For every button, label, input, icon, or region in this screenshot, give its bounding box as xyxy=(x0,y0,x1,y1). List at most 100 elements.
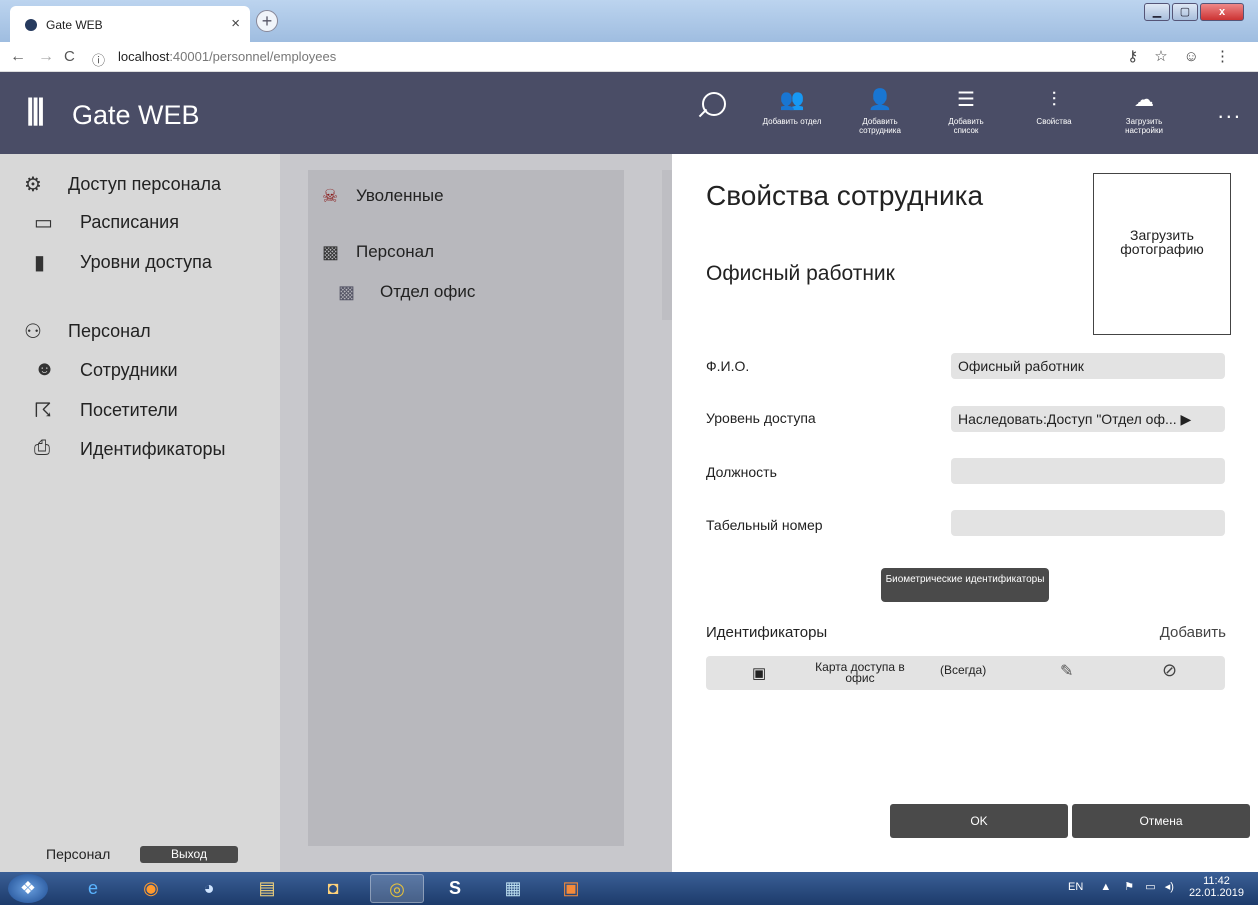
network-icon[interactable]: ▭ xyxy=(1145,881,1155,893)
close-window-icon[interactable]: x xyxy=(1200,3,1244,21)
upload-settings-label: Загрузить настройки xyxy=(1125,117,1163,135)
sidebar-item-schedules[interactable]: ▭ Расписания xyxy=(34,212,179,234)
edit-pencil-icon[interactable]: ✎ xyxy=(1060,661,1073,681)
access-level-label: Уровень доступа xyxy=(706,410,816,426)
sidebar-item-personnel[interactable]: ⚇ Персонал xyxy=(24,321,151,343)
key-icon[interactable]: ⚷ xyxy=(1127,48,1154,65)
properties-icon: ⫶ xyxy=(1051,89,1057,111)
minimize-icon[interactable]: ▁ xyxy=(1144,3,1170,21)
position-field[interactable] xyxy=(951,458,1225,484)
group-icon: ▩ xyxy=(322,242,340,262)
calendar-icon: ▭ xyxy=(34,212,53,234)
windows-taskbar: ❖ e ◉ ◕ ▤ ◘ ◎ S ▦ ▣ EN ▲ ⚑ ▭ ◂) 11:42 22… xyxy=(0,872,1258,905)
identifier-row[interactable]: ▣ Карта доступа в офис (Всегда) ✎ ⊘ xyxy=(706,656,1225,690)
sidebar-item-identifiers[interactable]: ⎙ Идентификаторы xyxy=(34,437,225,460)
volume-icon[interactable]: ◂) xyxy=(1165,881,1174,893)
clock-date: 22.01.2019 xyxy=(1188,887,1244,899)
system-tray: EN ▲ ⚑ ▭ ◂) 11:42 22.01.2019 xyxy=(1068,875,1244,899)
tray-expand-icon[interactable]: ▲ xyxy=(1100,881,1111,893)
tree-item-fired[interactable]: ☠ Уволенные xyxy=(322,186,444,206)
position-label: Должность xyxy=(706,464,777,480)
add-list-button[interactable]: ☰ Добавить список xyxy=(936,86,996,135)
add-employee-button[interactable]: 👤 Добавить сотрудника xyxy=(850,86,910,135)
sidebar-item-label: Персонал xyxy=(68,321,151,341)
personnel-number-label: Табельный номер xyxy=(706,517,823,533)
tab-close-icon[interactable]: × xyxy=(231,15,240,32)
maximize-icon[interactable]: ▢ xyxy=(1172,3,1198,21)
properties-button[interactable]: ⫶ Свойства xyxy=(1024,86,1084,126)
access-level-select[interactable]: Наследовать:Доступ "Отдел оф... ▶ xyxy=(951,406,1225,432)
sidebar-item-label: Доступ персонала xyxy=(68,174,222,194)
forward-icon[interactable]: → xyxy=(38,48,54,66)
tree-pane: ☠ Уволенные ▩ Персонал ▩ Отдел офис xyxy=(280,154,672,872)
account-icon[interactable]: ☺ xyxy=(1184,48,1215,65)
full-name-field[interactable]: Офисный работник xyxy=(951,353,1225,379)
sidebar-item-visitors[interactable]: ☈ Посетители xyxy=(34,400,178,422)
info-icon[interactable]: ⓘ xyxy=(92,50,105,69)
add-department-button[interactable]: 👥 Добавить отдел xyxy=(762,86,822,126)
employee-properties-panel: Свойства сотрудника Офисный работник Заг… xyxy=(672,154,1258,872)
browser-actions: ⚷☆☺⋮ xyxy=(1127,47,1246,65)
control-panel-icon[interactable]: ▦ xyxy=(486,874,540,903)
new-tab-button[interactable]: + xyxy=(256,10,278,32)
page-title: Свойства сотрудника xyxy=(706,180,984,211)
full-name-label: Ф.И.О. xyxy=(706,358,750,374)
url-path: :40001/personnel/employees xyxy=(169,49,337,64)
sidebar-item-label: Сотрудники xyxy=(80,360,178,380)
language-indicator[interactable]: EN xyxy=(1068,881,1083,893)
hamburger-menu-icon[interactable]: ||| xyxy=(26,93,45,127)
app-header: ||| Gate WEB 👥 Добавить отдел 👤 Добавить… xyxy=(0,72,1258,154)
sidebar-item-employees[interactable]: ☻ Сотрудники xyxy=(34,358,178,381)
flag-icon[interactable]: ⚑ xyxy=(1124,881,1134,893)
address-bar: ← → C ⓘ localhost:40001/personnel/employ… xyxy=(0,42,1258,72)
cancel-button[interactable]: Отмена xyxy=(1072,804,1250,838)
add-department-label: Добавить отдел xyxy=(762,117,822,126)
window-controls: ▁ ▢ x xyxy=(1142,3,1244,23)
sidebar-item-label: Уровни доступа xyxy=(80,252,212,272)
biometric-identifiers-button[interactable]: Биометрические идентификаторы xyxy=(881,568,1049,602)
url-field[interactable]: localhost:40001/personnel/employees xyxy=(118,49,336,64)
upload-settings-icon: ☁ xyxy=(1134,89,1154,111)
tab-title: Gate WEB xyxy=(46,18,103,32)
browser-tab[interactable]: Gate WEB × xyxy=(10,6,250,42)
sidebar-item-access-levels[interactable]: ▮ Уровни доступа xyxy=(34,252,212,274)
tree-item-label: Уволенные xyxy=(356,186,444,205)
card-icon: ▣ xyxy=(752,665,767,682)
employee-icon: ☻ xyxy=(34,358,56,380)
clock[interactable]: 11:42 22.01.2019 xyxy=(1189,875,1244,899)
tree-item-office-department[interactable]: ▩ Отдел офис xyxy=(338,282,475,302)
department-icon: ▩ xyxy=(338,282,356,302)
identifier-period: (Всегда) xyxy=(940,663,987,677)
more-options-icon[interactable]: ... xyxy=(1218,100,1242,122)
ok-button[interactable]: OK xyxy=(890,804,1068,838)
firefox-icon[interactable]: ◉ xyxy=(124,874,178,903)
people-icon: ⚇ xyxy=(24,321,42,343)
tree-item-personnel[interactable]: ▩ Персонал xyxy=(322,242,434,262)
media-player-icon[interactable]: ◘ xyxy=(306,874,360,903)
menu-dots-icon[interactable]: ⋮ xyxy=(1215,48,1246,65)
delete-icon[interactable]: ⊘ xyxy=(1162,660,1177,681)
back-icon[interactable]: ← xyxy=(10,48,26,66)
skype-icon[interactable]: S xyxy=(428,874,482,903)
add-identifier-link[interactable]: Добавить xyxy=(1160,624,1226,641)
chrome-icon[interactable]: ◎ xyxy=(370,874,424,903)
scrollbar[interactable] xyxy=(662,170,672,320)
file-explorer-icon[interactable]: ▤ xyxy=(240,874,294,903)
personnel-number-field[interactable] xyxy=(951,510,1225,536)
start-button-icon[interactable]: ❖ xyxy=(8,874,48,903)
search-icon[interactable] xyxy=(702,92,726,116)
upload-photo-button[interactable]: Загрузить фотографию xyxy=(1093,173,1231,335)
add-department-icon: 👥 xyxy=(779,89,805,111)
gear-icon: ⚙ xyxy=(24,174,42,196)
star-icon[interactable]: ☆ xyxy=(1154,48,1183,65)
logout-button[interactable]: Выход xyxy=(140,846,238,863)
visitor-icon: ☈ xyxy=(34,400,52,422)
upload-settings-button[interactable]: ☁ Загрузить настройки xyxy=(1114,86,1174,135)
sidebar-item-staff-access[interactable]: ⚙ Доступ персонала xyxy=(24,174,222,196)
add-list-icon: ☰ xyxy=(957,89,975,111)
door-icon: ▮ xyxy=(34,252,46,274)
app-window-icon[interactable]: ▣ xyxy=(544,874,598,903)
reload-icon[interactable]: C xyxy=(64,48,75,65)
internet-explorer-icon[interactable]: e xyxy=(66,874,120,903)
remote-desktop-icon[interactable]: ◕ xyxy=(182,874,236,903)
